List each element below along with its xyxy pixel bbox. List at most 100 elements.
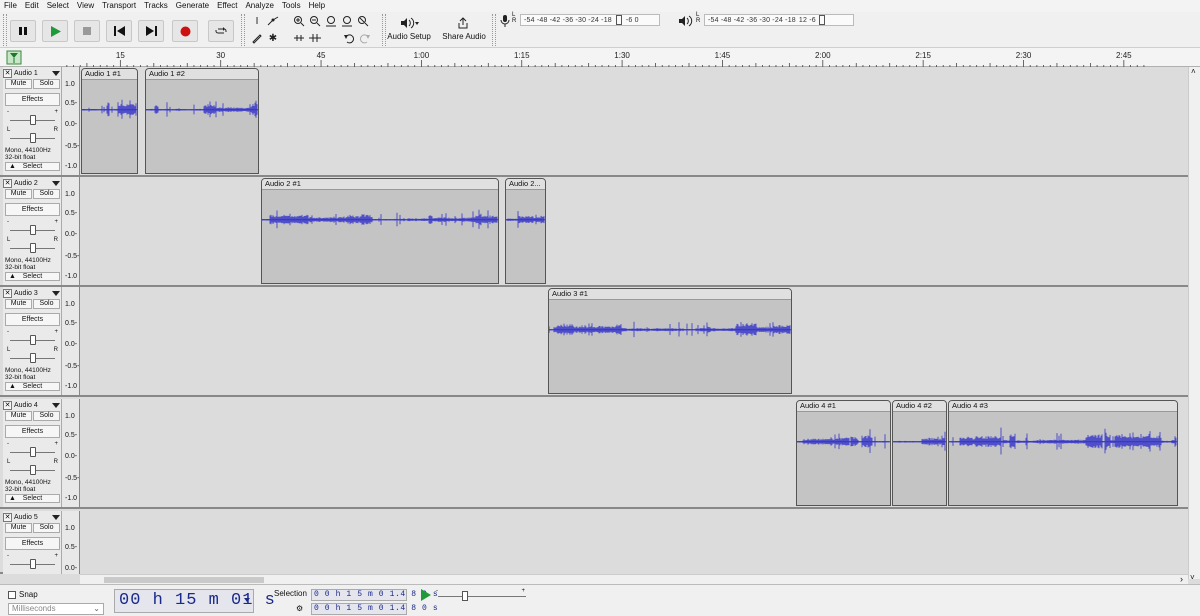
clip-title-bar[interactable]: Audio 2... — [506, 179, 545, 190]
solo-button[interactable]: Solo — [33, 523, 60, 533]
fit-selection-icon[interactable] — [324, 14, 338, 28]
track-menu-chevron-icon[interactable] — [52, 290, 60, 296]
gain-slider-knob[interactable] — [30, 447, 36, 457]
clip-title-bar[interactable]: Audio 2 #1 — [262, 179, 498, 190]
audio-clip[interactable]: Audio 2... — [505, 178, 546, 284]
menu-transport[interactable]: Transport — [98, 0, 140, 12]
pinned-head-icon[interactable] — [6, 50, 22, 65]
solo-button[interactable]: Solo — [33, 411, 60, 421]
gain-slider[interactable]: - + — [7, 329, 58, 345]
select-track-button[interactable]: ▲ Select — [5, 494, 60, 503]
track-name[interactable]: Audio 3 — [14, 290, 52, 297]
zoom-in-icon[interactable] — [292, 14, 306, 28]
toolbar-grip[interactable] — [241, 14, 245, 46]
audio-clip[interactable]: Audio 4 #3 — [948, 400, 1178, 506]
clip-title-bar[interactable]: Audio 3 #1 — [549, 289, 791, 300]
close-track-icon[interactable]: ✕ — [3, 400, 12, 410]
share-audio-button[interactable]: Share Audio — [440, 32, 488, 41]
selection-tool-icon[interactable]: I — [250, 14, 264, 28]
multi-tool-icon[interactable]: ✱ — [266, 31, 280, 45]
timeline-ruler[interactable]: 15 30 45 1:00 1:15 1:30 1:45 2:00 2:15 2:30 2:45 — [0, 48, 1200, 67]
menu-file[interactable]: File — [0, 0, 21, 12]
menu-generate[interactable]: Generate — [172, 0, 213, 12]
select-track-button[interactable]: ▲ Select — [5, 162, 60, 171]
scroll-up-icon[interactable]: ˄ — [1191, 67, 1196, 76]
microphone-icon[interactable] — [498, 14, 512, 28]
menu-select[interactable]: Select — [43, 0, 73, 12]
gain-slider-knob[interactable] — [30, 115, 36, 125]
horizontal-scroll-thumb[interactable] — [104, 577, 264, 583]
draw-tool-icon[interactable] — [250, 31, 264, 45]
track-menu-chevron-icon[interactable] — [52, 180, 60, 186]
gain-slider[interactable]: - + — [7, 553, 58, 569]
scroll-down-icon[interactable]: ˅ — [1190, 573, 1195, 582]
effects-button[interactable]: Effects — [5, 425, 60, 438]
gain-slider-knob[interactable] — [30, 225, 36, 235]
gain-slider[interactable]: - + — [7, 441, 58, 457]
skip-to-start-button[interactable] — [106, 20, 132, 42]
gain-slider-knob[interactable] — [30, 559, 36, 569]
snap-checkbox[interactable] — [8, 590, 16, 599]
mute-button[interactable]: Mute — [5, 411, 32, 421]
fit-project-icon[interactable] — [340, 14, 354, 28]
collapse-icon[interactable]: ▲ — [9, 273, 16, 280]
playback-meter-slider[interactable] — [818, 15, 825, 25]
audio-clip[interactable]: Audio 2 #1 — [261, 178, 499, 284]
playback-meter[interactable]: -54 -48 -42 -36 -30 -24 -18 12 -6 — [704, 14, 854, 26]
pan-slider-knob[interactable] — [30, 353, 36, 363]
redo-icon[interactable] — [358, 31, 372, 45]
pan-slider-knob[interactable] — [30, 465, 36, 475]
menu-tools[interactable]: Tools — [278, 0, 305, 12]
snap-unit-select[interactable]: Milliseconds ⌄ — [8, 603, 104, 615]
selection-end-field[interactable]: 0 0 h 1 5 m 0 1.4 8 0 s — [311, 603, 438, 615]
toolbar-grip[interactable] — [382, 14, 386, 46]
audio-clip[interactable]: Audio 1 #1 — [81, 68, 138, 174]
menu-help[interactable]: Help — [305, 0, 329, 12]
mute-button[interactable]: Mute — [5, 79, 32, 89]
pan-slider[interactable]: LR — [7, 127, 58, 143]
close-track-icon[interactable]: ✕ — [3, 68, 12, 78]
menu-effect[interactable]: Effect — [213, 0, 241, 12]
stop-button[interactable] — [74, 20, 100, 42]
toolbar-grip[interactable] — [3, 14, 7, 46]
collapse-icon[interactable]: ▲ — [9, 495, 16, 502]
track-waveform-area[interactable] — [80, 511, 1188, 574]
play-at-speed-button[interactable] — [420, 589, 432, 603]
record-meter[interactable]: -54 -48 -42 -36 -30 -24 -18 -6 0 — [520, 14, 660, 26]
track-menu-chevron-icon[interactable] — [52, 514, 60, 520]
envelope-tool-icon[interactable] — [266, 14, 280, 28]
pan-slider-knob[interactable] — [30, 243, 36, 253]
undo-icon[interactable] — [342, 31, 356, 45]
selection-start-field[interactable]: 0 0 h 1 5 m 0 1.4 8 0 s — [311, 589, 438, 601]
solo-button[interactable]: Solo — [33, 299, 60, 309]
solo-button[interactable]: Solo — [33, 79, 60, 89]
clip-title-bar[interactable]: Audio 1 #1 — [82, 69, 137, 80]
vertical-scrollbar[interactable]: ˄ ˅ — [1188, 67, 1200, 582]
track-name[interactable]: Audio 1 — [14, 70, 52, 77]
trim-outside-icon[interactable] — [292, 31, 306, 45]
selection-settings-icon[interactable]: ⚙ — [296, 604, 303, 613]
playback-speed-slider[interactable]: - + — [436, 588, 528, 601]
mute-button[interactable]: Mute — [5, 523, 32, 533]
track-name[interactable]: Audio 2 — [14, 180, 52, 187]
pan-slider[interactable]: LR — [7, 237, 58, 253]
mute-button[interactable]: Mute — [5, 299, 32, 309]
play-button[interactable] — [42, 20, 68, 42]
mute-button[interactable]: Mute — [5, 189, 32, 199]
close-track-icon[interactable]: ✕ — [3, 512, 12, 522]
audio-position-display[interactable]: 00 h 15 m 01 s — [114, 589, 275, 613]
pan-slider[interactable]: LR — [7, 459, 58, 475]
menu-edit[interactable]: Edit — [21, 0, 43, 12]
track-name[interactable]: Audio 5 — [14, 514, 52, 521]
pan-slider-knob[interactable] — [30, 133, 36, 143]
effects-button[interactable]: Effects — [5, 313, 60, 326]
collapse-icon[interactable]: ▲ — [9, 163, 16, 170]
track-menu-chevron-icon[interactable] — [52, 402, 60, 408]
close-track-icon[interactable]: ✕ — [3, 178, 12, 188]
audio-clip[interactable]: Audio 1 #2 — [145, 68, 259, 174]
playback-speaker-icon[interactable] — [678, 14, 694, 28]
record-button[interactable] — [172, 20, 198, 42]
audio-setup-button[interactable]: Audio Setup — [386, 32, 432, 41]
loop-button[interactable] — [208, 20, 234, 42]
track-waveform-area[interactable]: Audio 3 #1 — [80, 287, 1188, 395]
